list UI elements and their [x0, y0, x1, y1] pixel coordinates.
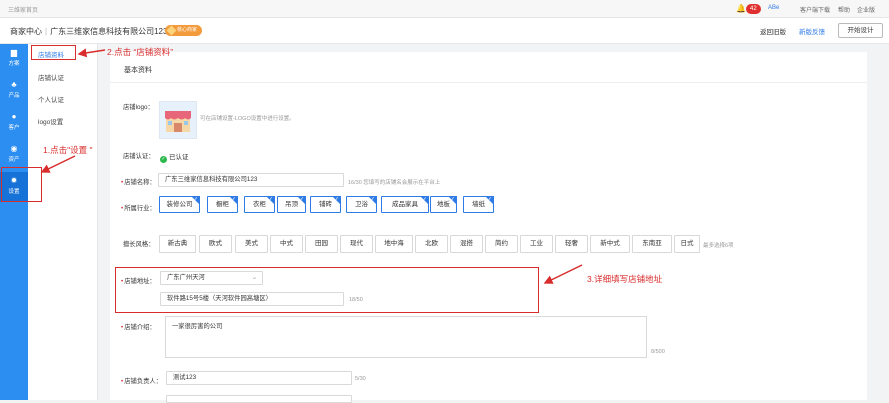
industry-tag[interactable]: 吊顶 ✓: [277, 196, 306, 213]
style-hint: 最多选择6项: [703, 243, 734, 249]
top-bar: 三维家首页 🔔 42 ABe 客户端下载 帮助 企业版: [0, 0, 889, 18]
check-icon: ✓: [229, 196, 238, 205]
shop-icon: [165, 111, 191, 132]
breadcrumb: 商家中心 | 广东三维家信息科技有限公司123: [10, 26, 167, 37]
check-icon: ✓: [332, 196, 341, 205]
page-header: 商家中心 | 广东三维家信息科技有限公司123 核心商家 返回旧版 新版反馈 开始设…: [0, 18, 889, 44]
annotation-step3: 3.详细填写店铺地址: [587, 274, 663, 284]
industry-tag[interactable]: 墙纸 ✓: [463, 196, 494, 213]
divider: [110, 82, 867, 83]
style-tag[interactable]: 日式: [674, 235, 700, 253]
name-label: •店铺名称：: [121, 179, 156, 186]
sidebar-item-label: 资产: [8, 157, 20, 163]
style-tag[interactable]: 欧式: [199, 235, 232, 253]
style-tag[interactable]: 北欧: [415, 235, 448, 253]
check-icon: ✓: [297, 196, 306, 205]
logo-label: 店铺logo：: [123, 104, 154, 111]
sidebar-item-customer[interactable]: ● 客户: [0, 108, 28, 138]
check-icon: ✓: [485, 196, 494, 205]
annotation-box-settings: [1, 167, 42, 202]
annotation-step2: 2.点击 “店铺资料”: [107, 47, 174, 57]
subnav-item-logo-settings[interactable]: logo设置: [38, 116, 63, 126]
store-logo-image: [159, 101, 197, 139]
style-tag[interactable]: 轻奢: [555, 235, 588, 253]
main-panel: 基本资料 店铺logo： 可在店铺设置-LOGO设置中进行设置。 店铺认证： ✓…: [110, 52, 867, 403]
intro-count: 8/500: [651, 349, 665, 355]
vip-badge: 核心商家: [165, 25, 203, 36]
annotation-step1: 1.点击"设置 ": [43, 145, 93, 155]
check-icon: ✓: [448, 196, 457, 205]
industry-tag[interactable]: 衣柜 ✓: [244, 196, 275, 213]
product-icon: ♣: [11, 80, 17, 89]
mail-link[interactable]: ABe: [768, 5, 779, 11]
owner-label: •店铺负责人：: [121, 378, 162, 385]
check-icon: ✓: [420, 196, 429, 205]
cert-label: 店铺认证：: [123, 153, 155, 160]
settings-subnav: 店铺资料 店铺认证 个人认证 logo设置: [28, 44, 98, 400]
owner-count: 5/30: [355, 376, 366, 382]
sidebar-item-product[interactable]: ♣ 产品: [0, 76, 28, 106]
check-circle-icon: ✓: [160, 156, 167, 163]
store-intro-textarea[interactable]: 一家很厉害的公司: [165, 316, 647, 358]
subnav-item-personal-cert[interactable]: 个人认证: [38, 94, 64, 104]
breadcrumb-separator: |: [45, 27, 48, 36]
company-name: 广东三维家信息科技有限公司123: [50, 27, 168, 36]
vip-label: 核心商家: [177, 27, 198, 33]
style-tag[interactable]: 田园: [305, 235, 338, 253]
start-design-button[interactable]: 开始设计: [838, 23, 883, 38]
store-name-hint: 16/30 您填写的店铺名会展示在平台上: [348, 180, 441, 186]
notification-badge[interactable]: 42: [746, 4, 761, 14]
style-tag[interactable]: 东南亚: [632, 235, 672, 253]
section-title: 基本资料: [124, 67, 152, 74]
sidebar-item-label: 方案: [8, 61, 20, 67]
client-download-link[interactable]: 客户端下载: [800, 5, 830, 14]
check-icon: ✓: [191, 196, 200, 205]
industry-tag[interactable]: 地板 ✓: [430, 196, 457, 213]
store-name-input[interactable]: 广东三维家信息科技有限公司123: [158, 173, 344, 187]
next-field-input[interactable]: [166, 395, 352, 403]
user-icon: ●: [11, 112, 17, 121]
style-tag[interactable]: 简约: [485, 235, 518, 253]
style-tag[interactable]: 地中海: [375, 235, 413, 253]
check-icon: ✓: [368, 196, 377, 205]
sidebar: ▆ 方案 ♣ 产品 ● 客户 ◉ 资产 ✹ 设置: [0, 44, 28, 400]
industry-label: •所属行业：: [121, 205, 156, 212]
industry-tag[interactable]: 成品家具 ✓: [381, 196, 429, 213]
cert-value: 已认证: [169, 154, 189, 161]
sidebar-item-label: 客户: [8, 125, 20, 131]
check-icon: ✓: [266, 196, 275, 205]
sidebar-item-plan[interactable]: ▆ 方案: [0, 44, 28, 74]
subnav-item-store-cert[interactable]: 店铺认证: [38, 72, 64, 82]
breadcrumb-home[interactable]: 商家中心: [10, 27, 42, 36]
logo-hint: 可在店铺设置-LOGO设置中进行设置。: [200, 116, 295, 122]
annotation-box-address: [115, 267, 539, 313]
style-tag[interactable]: 混搭: [450, 235, 483, 253]
coin-icon: ◉: [10, 144, 18, 153]
intro-label: •店铺介绍：: [121, 324, 156, 331]
sidebar-item-label: 产品: [8, 93, 20, 99]
diamond-icon: [166, 25, 177, 36]
cert-status: ✓ 已认证: [160, 151, 189, 163]
feedback-link[interactable]: 新版反馈: [799, 26, 825, 36]
style-tag[interactable]: 新古典: [159, 235, 196, 253]
style-tag[interactable]: 工业: [520, 235, 553, 253]
home-link[interactable]: 三维家首页: [8, 5, 38, 14]
style-tag[interactable]: 中式: [270, 235, 303, 253]
industry-tag[interactable]: 装修公司 ✓: [159, 196, 200, 213]
help-link[interactable]: 帮助: [838, 5, 850, 14]
style-tag[interactable]: 美式: [235, 235, 268, 253]
style-tag[interactable]: 现代: [340, 235, 373, 253]
industry-tag[interactable]: 橱柜 ✓: [207, 196, 238, 213]
industry-tag[interactable]: 卫浴 ✓: [346, 196, 377, 213]
back-old-version-link[interactable]: 返回旧版: [760, 26, 786, 36]
industry-tag[interactable]: 铺砖 ✓: [310, 196, 341, 213]
annotation-box-store-info: [31, 45, 76, 60]
folder-icon: ▆: [10, 48, 18, 57]
style-label: 擅长风格：: [123, 241, 155, 248]
store-owner-input[interactable]: 测试123: [166, 371, 352, 385]
style-tag[interactable]: 新中式: [590, 235, 630, 253]
sidebar-item-assets[interactable]: ◉ 资产: [0, 140, 28, 170]
bell-icon[interactable]: 🔔: [736, 4, 746, 13]
enterprise-link[interactable]: 企业版: [857, 5, 875, 14]
